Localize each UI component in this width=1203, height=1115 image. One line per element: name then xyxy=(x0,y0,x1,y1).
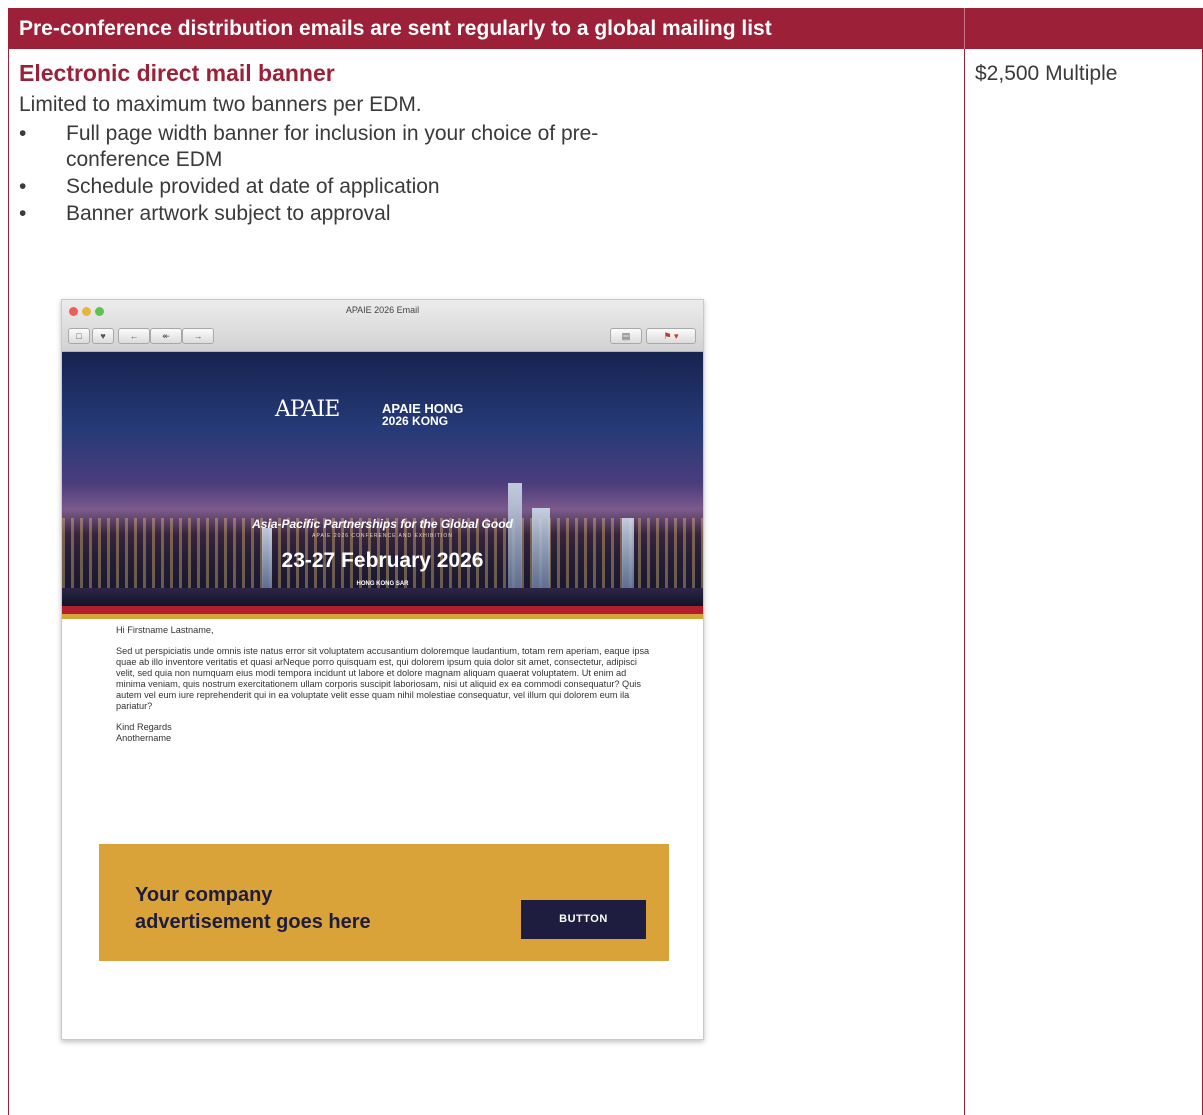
reply-icon: ← xyxy=(118,328,150,344)
banner-tagline: Asia-Pacific Partnerships for the Global… xyxy=(252,517,513,531)
email-greeting: Hi Firstname Lastname, xyxy=(116,625,214,635)
bullet-icon: • xyxy=(19,202,27,225)
flag-icon: ⚑ ▾ xyxy=(646,328,696,344)
email-signature: Anothername xyxy=(116,733,172,743)
bullet-icon: • xyxy=(19,175,27,198)
conference-banner-image: APAIE APAIE HONG 2026 KONG Asia-Pacific … xyxy=(62,352,703,606)
table-border-column xyxy=(964,49,965,1115)
apaie-logo: APAIE xyxy=(275,397,340,422)
bullet-item: • Banner artwork subject to approval xyxy=(19,201,699,227)
email-paragraph: Sed ut perspiciatis unde omnis iste natu… xyxy=(116,646,650,711)
mockup-window-title: APAIE 2026 Email xyxy=(345,305,420,315)
item-bullet-list: • Full page width banner for inclusion in… xyxy=(19,121,699,228)
item-price: $2,500 Multiple xyxy=(975,62,1118,85)
reply-all-icon: ↞ xyxy=(150,328,182,344)
banner-gold-stripe xyxy=(62,614,703,619)
forward-icon: → xyxy=(182,328,214,344)
mockup-titlebar: APAIE 2026 Email □ ♥ ← ↞ → ▤ ⚑ ▾ xyxy=(62,300,703,352)
bullet-text: Full page width banner for inclusion in … xyxy=(66,122,599,171)
bullet-item: • Full page width banner for inclusion in… xyxy=(19,121,699,173)
ad-cta-button[interactable]: BUTTON xyxy=(521,900,646,939)
banner-red-stripe xyxy=(62,606,703,614)
bullet-text: Schedule provided at date of application xyxy=(66,175,440,198)
banner-dates: 23-27 February 2026 xyxy=(281,549,484,572)
table-header-title: Pre-conference distribution emails are s… xyxy=(19,17,772,40)
item-title: Electronic direct mail banner xyxy=(19,60,335,86)
print-icon: ▤ xyxy=(610,328,642,344)
sponsorship-table: Pre-conference distribution emails are s… xyxy=(0,0,1203,1115)
junk-icon: ♥ xyxy=(92,328,114,344)
advertisement-banner: Your company advertisement goes here BUT… xyxy=(99,844,669,961)
table-header-row: Pre-conference distribution emails are s… xyxy=(8,8,1203,49)
email-body: Hi Firstname Lastname, Sed ut perspiciat… xyxy=(116,625,656,744)
bullet-icon: • xyxy=(19,122,27,145)
item-description: Limited to maximum two banners per EDM. xyxy=(19,93,422,116)
harbour-water xyxy=(62,588,703,606)
apaie-2026-hong-kong-logo: APAIE HONG 2026 KONG xyxy=(382,401,464,428)
banner-subtagline: APAIE 2026 CONFERENCE AND EXHIBITION xyxy=(312,533,453,539)
bullet-item: • Schedule provided at date of applicatio… xyxy=(19,174,699,200)
email-signoff: Kind Regards xyxy=(116,722,172,732)
table-border-left xyxy=(8,49,9,1115)
header-divider xyxy=(964,8,965,49)
bullet-text: Banner artwork subject to approval xyxy=(66,202,391,225)
ad-headline-line1: Your company xyxy=(135,884,273,906)
banner-location: HONG KONG SAR xyxy=(356,581,409,587)
ad-headline: Your company advertisement goes here xyxy=(135,882,371,936)
ad-headline-line2: advertisement goes here xyxy=(135,911,371,933)
trash-icon: □ xyxy=(68,328,90,344)
email-mockup-window: APAIE 2026 Email □ ♥ ← ↞ → ▤ ⚑ ▾ APAIE A… xyxy=(61,299,704,1040)
